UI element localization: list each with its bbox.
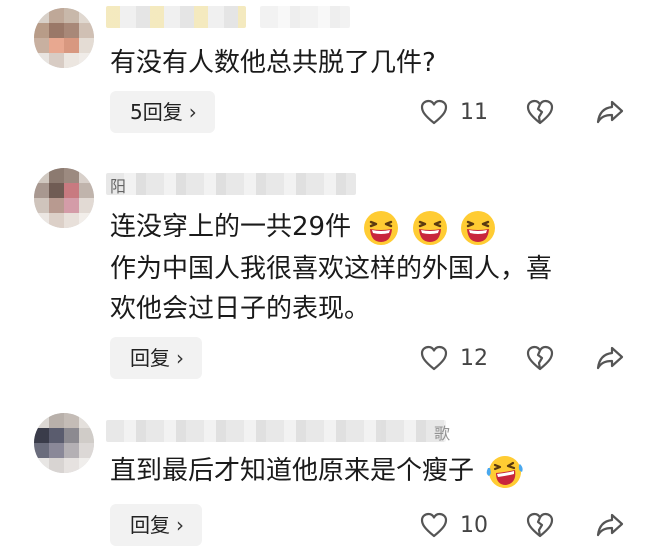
reply-button[interactable]: 5回复 › (110, 91, 215, 133)
dislike-button[interactable] (526, 345, 554, 371)
comment-text-line-1: 连没穿上的一共29件 (110, 208, 496, 246)
username-blurred-extra (260, 6, 350, 28)
avatar[interactable] (34, 8, 94, 68)
dislike-button[interactable] (526, 99, 554, 125)
chevron-right-icon: › (176, 346, 184, 370)
share-button[interactable] (596, 99, 624, 125)
username-partial: 阳 (110, 177, 127, 196)
laughing-emoji-icon (364, 210, 399, 245)
broken-heart-icon (526, 512, 554, 538)
comment-text: 有没有人数他总共脱了几件? (110, 48, 436, 78)
comment-text-line-2: 作为中国人我很喜欢这样的外国人，喜 (110, 254, 553, 284)
like-button[interactable]: 10 (420, 512, 488, 538)
reply-label: 回复 (130, 513, 170, 537)
avatar[interactable] (34, 413, 94, 473)
comment-text-line-3: 欢他会过日子的表现。 (110, 294, 371, 324)
chevron-right-icon: › (176, 513, 184, 537)
username-partial: 歌 (434, 424, 451, 443)
share-button[interactable] (596, 512, 624, 538)
broken-heart-icon (526, 99, 554, 125)
like-button[interactable]: 11 (420, 99, 488, 125)
heart-icon (420, 99, 448, 125)
share-button[interactable] (596, 345, 624, 371)
avatar[interactable] (34, 168, 94, 228)
laughing-emoji-icon (460, 210, 495, 245)
share-icon (596, 346, 624, 370)
username-blurred[interactable]: 阳 (106, 173, 356, 196)
comment-text: 直到最后才知道他原来是个瘦子 (110, 456, 475, 486)
heart-icon (420, 345, 448, 371)
chevron-right-icon: › (188, 100, 197, 124)
dislike-button[interactable] (526, 512, 554, 538)
comment-text-line-1: 直到最后才知道他原来是个瘦子 (110, 452, 524, 490)
broken-heart-icon (526, 345, 554, 371)
username-blurred[interactable] (106, 6, 246, 28)
like-button[interactable]: 12 (420, 345, 488, 371)
crying-laughing-emoji-icon (486, 455, 523, 488)
reply-button[interactable]: 回复 › (110, 504, 202, 546)
share-icon (596, 100, 624, 124)
like-count: 12 (460, 345, 488, 371)
reply-label: 回复 (130, 346, 170, 370)
username-blurred[interactable]: 歌 (106, 420, 450, 443)
laughing-emoji-icon (412, 210, 447, 245)
comment-text: 连没穿上的一共29件 (110, 212, 352, 242)
like-count: 11 (460, 99, 488, 125)
like-count: 10 (460, 512, 488, 538)
reply-button[interactable]: 回复 › (110, 337, 202, 379)
heart-icon (420, 512, 448, 538)
share-icon (596, 513, 624, 537)
reply-label: 5回复 (130, 100, 183, 124)
